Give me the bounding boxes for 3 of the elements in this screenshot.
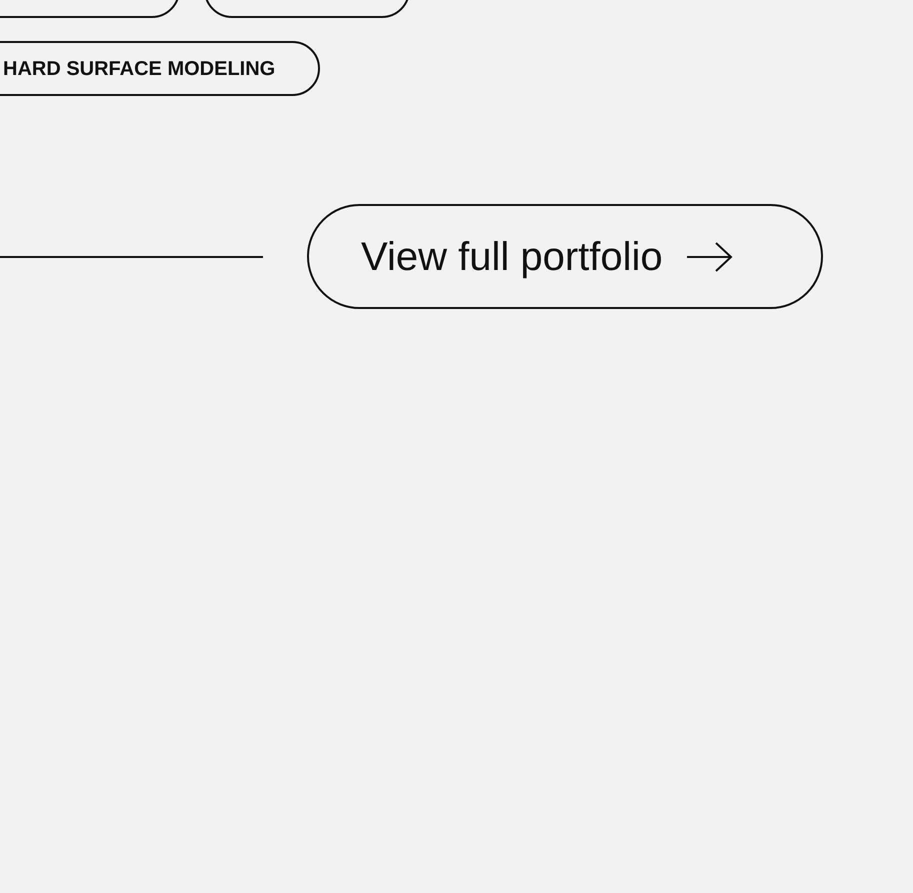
view-portfolio-button[interactable]: View full portfolio	[307, 204, 823, 309]
arrow-right-icon	[684, 242, 733, 272]
tag-pill[interactable]: HARD SURFACE MODELING	[0, 41, 320, 96]
